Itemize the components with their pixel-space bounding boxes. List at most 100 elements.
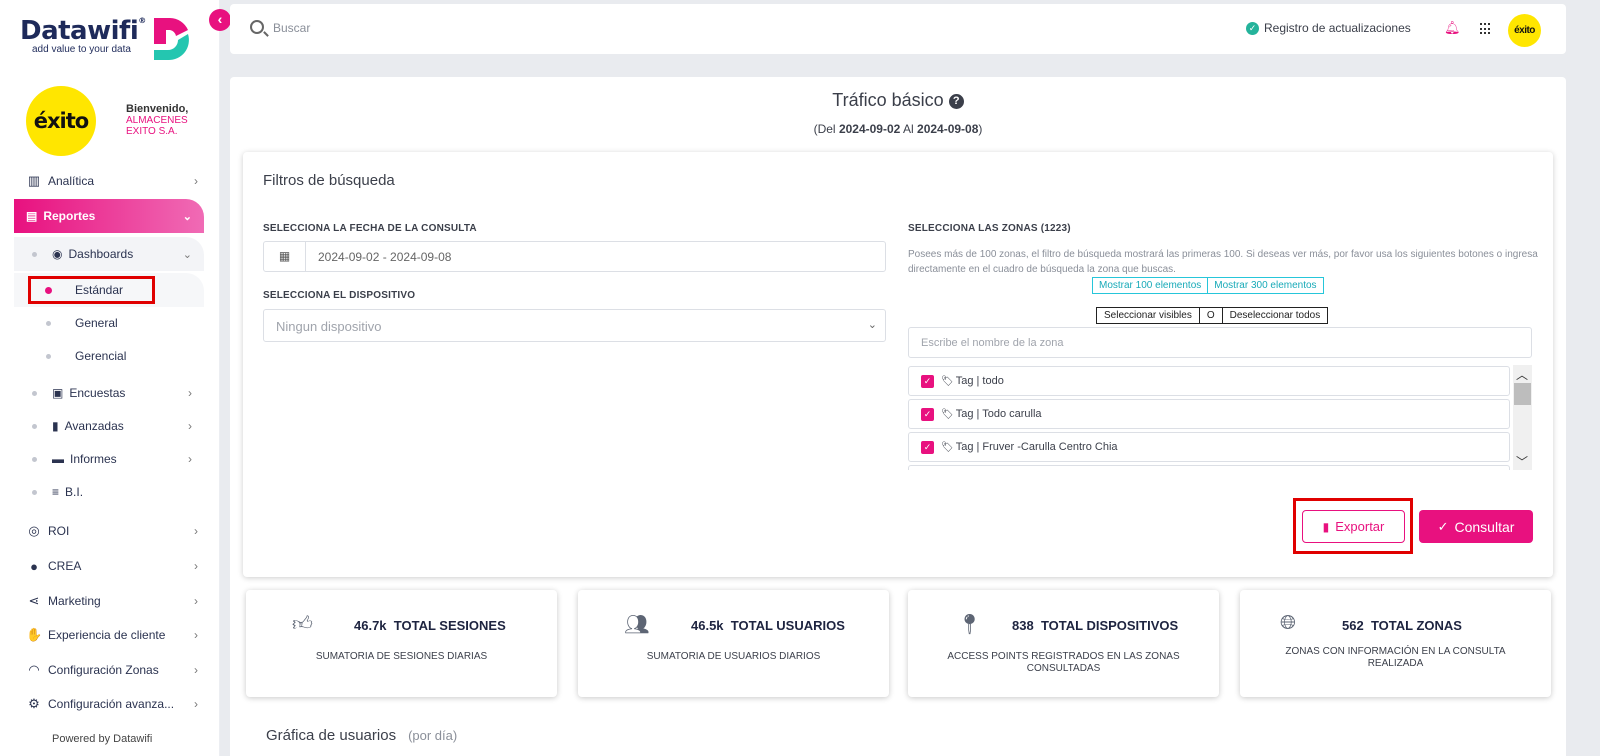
top-bar: Buscar ✓ Registro de actualizaciones 🔔︎ … (230, 4, 1566, 54)
sidebar-item-roi[interactable]: ◎ ROI › (26, 519, 198, 543)
zone-option[interactable]: ✓ 🏷︎ Tag | Todo carulla (908, 399, 1510, 429)
chevron-right-icon: › (194, 628, 198, 642)
sidebar-item-label: ROI (48, 524, 70, 538)
globe-icon: 🌐︎ (1280, 612, 1296, 634)
sidebar-item-configuracion-zonas[interactable]: ◠ Configuración Zonas › (26, 658, 198, 682)
zone-option[interactable]: ✓ 🏷︎ Tag | todo (908, 366, 1510, 396)
bullet-icon (46, 353, 51, 359)
range-to: 2024-09-08 (917, 122, 979, 136)
sidebar-item-marketing[interactable]: ⋖ Marketing › (26, 589, 198, 613)
range-mid: Al (903, 122, 914, 136)
page-title-text: Tráfico básico (832, 90, 944, 110)
users-icon: 👥︎ (624, 614, 650, 636)
stat-value: 838 (1012, 618, 1034, 633)
document-icon: ▤ (26, 209, 38, 223)
sidebar-subitem-label: Gerencial (75, 349, 127, 363)
sidebar-item-label: CREA (48, 559, 82, 573)
zone-option[interactable] (908, 465, 1510, 470)
help-icon[interactable]: ? (948, 94, 964, 109)
sidebar-item-experiencia[interactable]: ✋ Experiencia de cliente › (26, 623, 198, 647)
sidebar-subitem-bi[interactable]: ≡ B.I. (32, 481, 196, 503)
stat-card-users: 👥︎ 46.5k TOTAL USUARIOS SUMATORIA DE USU… (578, 590, 889, 697)
user-avatar[interactable]: éxito (1508, 14, 1541, 47)
zone-search-input[interactable]: Escribe el nombre de la zona (908, 327, 1532, 358)
sidebar: Datawifi® add value to your data ‹ éxito… (0, 0, 231, 756)
sidebar-subitem-general[interactable]: General (46, 312, 118, 334)
bullet-icon (32, 456, 37, 462)
chart-section-title: Gráfica de usuarios (por día) (266, 727, 457, 744)
sidebar-subitem-encuestas[interactable]: ▣ Encuestas › (32, 382, 196, 404)
dashboard-icon: ◉ (52, 247, 63, 261)
date-range-field[interactable]: ▦ 2024-09-02 - 2024-09-08 (263, 241, 886, 272)
datawifi-logo[interactable]: Datawifi® add value to your data (20, 16, 189, 61)
bell-icon[interactable]: 🔔︎ (1444, 20, 1461, 36)
chevron-right-icon: › (194, 174, 198, 188)
chevron-right-icon: › (188, 419, 192, 433)
sidebar-item-analitica[interactable]: ▥ Analítica › (26, 169, 198, 193)
stat-card-sessions: 👍︎ 46.7k TOTAL SESIONES SUMATORIA DE SES… (246, 590, 557, 697)
brand-tagline: add value to your data (32, 44, 131, 55)
range-from: 2024-09-02 (838, 122, 901, 136)
chevron-down-icon: ⌄ (867, 319, 877, 331)
device-select[interactable]: Ningun dispositivo ⌄ (263, 309, 886, 342)
date-label: SELECCIONA LA FECHA DE LA CONSULTA (263, 223, 477, 234)
stat-label: TOTAL USUARIOS (730, 618, 845, 633)
search-input[interactable]: Buscar (273, 21, 310, 35)
thumbs-up-icon: 👍︎ (292, 613, 313, 635)
sidebar-item-label: Reportes (43, 209, 96, 223)
main-panel: Tráfico básico ? (Del 2024-09-02 Al 2024… (230, 77, 1566, 756)
show-100-button[interactable]: Mostrar 100 elementos (1092, 277, 1209, 294)
zone-list: ✓ 🏷︎ Tag | todo ✓ 🏷︎ Tag | Todo carulla … (908, 365, 1532, 470)
company-line-2: EXITO S.A. (126, 126, 178, 137)
collapse-sidebar-button[interactable]: ‹ (209, 9, 231, 31)
zone-label: Tag | Fruver -Carulla Centro Chia (955, 441, 1118, 453)
deselect-all-button[interactable]: Deseleccionar todos (1222, 307, 1329, 324)
share-icon: ⋖ (28, 593, 40, 608)
stat-card-zones: 🌐︎ 562 TOTAL ZONAS ZONAS CON INFORMACIÓN… (1240, 590, 1551, 697)
changelog-link[interactable]: ✓ Registro de actualizaciones (1246, 21, 1411, 35)
sidebar-subitem-avanzadas[interactable]: ▮ Avanzadas › (32, 415, 196, 437)
device-label: SELECCIONA EL DISPOSITIVO (263, 290, 416, 301)
stat-description-2: CONSULTADAS (1026, 663, 1101, 674)
scroll-down-icon[interactable]: ﹀ (1516, 453, 1528, 470)
scroll-up-icon[interactable]: ︿ (1516, 366, 1528, 383)
checkbox-checked-icon[interactable]: ✓ (921, 374, 934, 388)
zone-label: Tag | todo (955, 375, 1004, 387)
apps-grid-icon[interactable] (1480, 23, 1492, 35)
sidebar-item-reportes[interactable]: ▤ Reportes ⌄ (14, 199, 204, 233)
checkbox-checked-icon[interactable]: ✓ (921, 407, 934, 421)
page-title: Tráfico básico ? (230, 90, 1566, 111)
date-range: (Del 2024-09-02 Al 2024-09-08) (230, 122, 1566, 136)
export-button[interactable]: ▮ Exportar (1302, 510, 1405, 543)
sidebar-subitem-gerencial[interactable]: Gerencial (46, 345, 126, 367)
zone-list-scrollbar[interactable]: ︿ ﹀ (1513, 365, 1532, 470)
consult-button[interactable]: ✓ Consultar (1419, 510, 1533, 543)
select-toggle-group: Seleccionar visibles O Deseleccionar tod… (1096, 307, 1329, 324)
bar-chart-icon: ▮ (52, 419, 59, 433)
select-visible-button[interactable]: Seleccionar visibles (1096, 307, 1200, 324)
bullet-icon (32, 423, 37, 429)
sidebar-subitem-dashboards[interactable]: ◉ Dashboards ⌄ (32, 243, 196, 265)
search-icon[interactable] (250, 20, 264, 34)
stat-label: TOTAL ZONAS (1370, 618, 1462, 633)
chart-title-text: Gráfica de usuarios (266, 727, 397, 744)
sidebar-subitem-informes[interactable]: ▬ Informes › (32, 448, 196, 470)
scroll-thumb[interactable] (1514, 383, 1531, 405)
show-300-button[interactable]: Mostrar 300 elementos (1208, 277, 1324, 294)
database-icon: ≡ (52, 485, 60, 499)
sidebar-item-configuracion-avanzada[interactable]: ⚙ Configuración avanza... › (26, 692, 198, 716)
changelog-label: Registro de actualizaciones (1264, 21, 1411, 35)
device-select-value: Ningun dispositivo (276, 319, 382, 334)
chevron-right-icon: › (188, 452, 192, 466)
sidebar-item-crea[interactable]: ● CREA › (26, 554, 198, 578)
date-range-value: 2024-09-02 - 2024-09-08 (318, 250, 452, 264)
zone-option[interactable]: ✓ 🏷︎ Tag | Fruver -Carulla Centro Chia (908, 432, 1510, 462)
chevron-right-icon: › (188, 386, 192, 400)
chevron-down-icon: ⌄ (182, 248, 192, 261)
sidebar-subitem-label: Avanzadas (64, 419, 124, 433)
checkbox-checked-icon[interactable]: ✓ (921, 440, 934, 454)
chart-period: (por día) (408, 728, 458, 743)
tag-icon: 🏷︎ (941, 375, 954, 387)
range-prefix: (Del (813, 122, 836, 136)
tag-icon: 🏷︎ (941, 408, 954, 420)
